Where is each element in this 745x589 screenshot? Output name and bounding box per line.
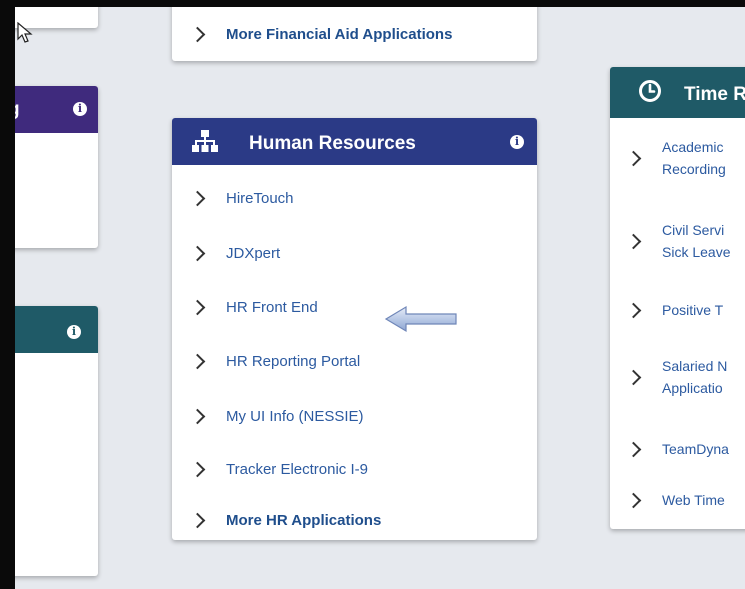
org-chart-icon — [192, 130, 218, 152]
list-item-hiretouch[interactable]: HireTouch — [189, 188, 294, 208]
chevron-right-icon — [625, 441, 642, 457]
list-item-jdxpert[interactable]: JDXpert — [189, 243, 281, 263]
list-item-label: HireTouch — [226, 189, 294, 207]
more-financial-aid-label: More Financial Aid Applications — [226, 25, 453, 43]
more-hr-applications-link[interactable]: More HR Applications — [189, 510, 382, 530]
list-item-positive-t[interactable]: Positive T — [625, 300, 724, 320]
list-item-teamdyna[interactable]: TeamDyna — [625, 439, 729, 459]
clock-icon — [639, 80, 661, 102]
chevron-right-icon — [189, 353, 206, 369]
chevron-right-icon — [189, 190, 206, 206]
list-item-label: Tracker Electronic I-9 — [226, 460, 368, 478]
info-icon[interactable]: i — [73, 102, 87, 116]
list-item-my-ui-info[interactable]: My UI Info (NESSIE) — [189, 406, 364, 426]
list-item-academic[interactable]: Academic Recording — [625, 136, 726, 180]
list-item-line1: Web Time — [662, 492, 725, 508]
list-item-salaried-n[interactable]: Salaried N Applicatio — [625, 355, 728, 399]
list-item-hr-reporting-portal[interactable]: HR Reporting Portal — [189, 351, 361, 371]
chevron-right-icon — [189, 245, 206, 261]
more-hr-applications-label: More HR Applications — [226, 511, 382, 529]
financial-aid-card: More Financial Aid Applications — [172, 0, 537, 61]
chevron-right-icon — [189, 512, 206, 528]
list-item-label: HR Front End — [226, 298, 318, 316]
time-card: Time R Academic Recording Civil Servi Si… — [610, 67, 745, 529]
chevron-right-icon — [189, 26, 206, 42]
list-item-label: HR Reporting Portal — [226, 352, 361, 370]
chevron-right-icon — [625, 150, 642, 166]
chevron-right-icon — [625, 302, 642, 318]
list-item-line1: Positive T — [662, 302, 724, 318]
chevron-right-icon — [189, 299, 206, 315]
list-item-line2: Recording — [662, 161, 726, 177]
list-item-civil-service[interactable]: Civil Servi Sick Leave — [625, 219, 731, 263]
human-resources-title: Human Resources — [249, 133, 416, 154]
more-financial-aid-link[interactable]: More Financial Aid Applications — [189, 24, 453, 44]
list-item-label: My UI Info (NESSIE) — [226, 407, 364, 425]
info-icon[interactable]: i — [510, 135, 524, 149]
human-resources-card: Human Resources i HireTouch JDXpert HR F… — [172, 118, 537, 540]
list-item-hr-front-end[interactable]: HR Front End — [189, 297, 318, 317]
list-item-line1: Civil Servi — [662, 222, 725, 238]
list-item-web-time[interactable]: Web Time — [625, 490, 725, 510]
list-item-line2: Applicatio — [662, 380, 723, 396]
time-card-header: Time R — [610, 67, 745, 118]
time-card-title-fragment: Time R — [684, 84, 745, 105]
chevron-right-icon — [625, 492, 642, 508]
chevron-right-icon — [625, 233, 642, 249]
list-item-line1: Salaried N — [662, 358, 728, 374]
screen-frame-top — [0, 0, 745, 7]
chevron-right-icon — [189, 408, 206, 424]
list-item-line2: Sick Leave — [662, 244, 731, 260]
list-item-label: JDXpert — [226, 244, 281, 262]
human-resources-header: Human Resources i — [172, 118, 537, 165]
list-item-tracker-i9[interactable]: Tracker Electronic I-9 — [189, 459, 368, 479]
mouse-cursor-icon — [17, 22, 33, 43]
list-item-line1: TeamDyna — [662, 441, 729, 457]
left-arrow-annotation-icon — [384, 305, 457, 333]
screen-frame-left — [0, 0, 15, 589]
chevron-right-icon — [189, 461, 206, 477]
list-item-line1: Academic — [662, 139, 724, 155]
info-icon[interactable]: i — [67, 325, 81, 339]
screenshot-viewport: More Financial Aid Applications g i i — [0, 0, 745, 589]
chevron-right-icon — [625, 369, 642, 385]
